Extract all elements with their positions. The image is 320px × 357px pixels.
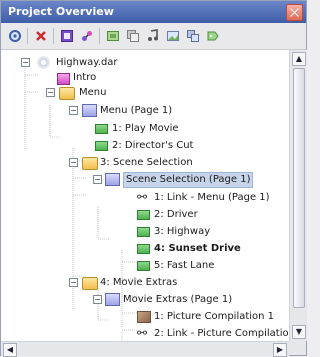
collapse-movie-extras-button[interactable]: − [69,278,78,287]
tree-item-fast-lane[interactable]: 5: Fast Lane [1,257,289,274]
picture-compilation-icon [137,311,151,323]
menu-page-icon [105,173,120,186]
menu-page-icon [105,293,120,306]
tree-item-label: 1: Picture Compilation 1 [154,311,275,322]
delete-icon[interactable] [33,28,49,44]
tag-icon[interactable] [205,28,221,44]
title-icon [137,244,150,254]
tree-item-label: 2: Director's Cut [112,140,194,151]
tree-item-directors-cut[interactable]: 2: Director's Cut [1,137,289,154]
tree-item-label: 3: Scene Selection [100,157,193,168]
add-menu-icon[interactable] [59,28,75,44]
tree-item-scene-selection[interactable]: − 3: Scene Selection [1,154,289,171]
tree-item-menu-folder[interactable]: − Menu [1,84,289,101]
tree-item-label: 4: Movie Extras [100,277,178,288]
tree-item-label: Movie Extras (Page 1) [123,294,233,305]
tree-item-scene-selection-page[interactable]: − Scene Selection (Page 1) [1,171,289,188]
tree-item-play-movie[interactable]: 1: Play Movie [1,120,289,137]
tree-item-label: 4: Sunset Drive [154,243,241,254]
title-bar: Project Overview [1,1,306,23]
collapse-menu-folder-button[interactable]: − [46,88,55,97]
tree-item-link-picture[interactable]: ⚯ 2: Link - Picture Compilation [1,325,289,341]
tree-item-label: 5: Fast Lane [154,260,215,271]
settings-icon[interactable] [105,28,121,44]
tree-item-driver[interactable]: 2: Driver [1,206,289,223]
horizontal-scrollbar[interactable]: ◀ ▶ [1,341,289,357]
menu-page-icon [82,104,97,117]
image-icon[interactable] [165,28,181,44]
disc-icon [37,56,50,69]
project-overview-panel: Project Overview − Highway.dar Intro − M… [0,0,307,357]
target-icon[interactable] [7,28,23,44]
tree-item-label: 1: Play Movie [112,123,179,134]
scroll-up-button[interactable]: ▲ [292,52,306,66]
panel-title: Project Overview [8,5,114,18]
add-link-icon[interactable] [79,28,95,44]
link-icon: ⚯ [137,190,148,204]
link-icon: ⚯ [137,326,148,340]
scrollbar-corner [289,341,306,355]
tree-item-label: Scene Selection (Page 1) [123,172,254,188]
toolbar-separator [99,28,100,44]
tree-item-picture-compilation[interactable]: 1: Picture Compilation 1 [1,308,289,325]
tree-item-label: 1: Link - Menu (Page 1) [154,192,270,203]
tree-item-label: Menu [79,87,107,98]
folder-icon [59,87,75,100]
vertical-scroll-thumb[interactable] [293,68,305,308]
stack-icon[interactable] [185,28,201,44]
copy-icon[interactable] [125,28,141,44]
toolbar-separator [27,28,28,44]
toolbar-separator [53,28,54,44]
tree-item-label: Menu (Page 1) [100,105,173,116]
tree-item-sunset-drive[interactable]: 4: Sunset Drive [1,240,289,257]
tree-item-movie-extras[interactable]: − 4: Movie Extras [1,274,289,291]
folder-icon [82,277,98,290]
folder-icon [82,157,98,170]
collapse-movie-extras-page-button[interactable]: − [93,295,102,304]
title-icon [95,141,108,151]
scroll-right-button[interactable]: ▶ [273,343,287,357]
scroll-left-button[interactable]: ◀ [3,343,17,357]
tree-item-link-menu[interactable]: ⚯ 1: Link - Menu (Page 1) [1,189,289,206]
tree-item-movie-extras-page[interactable]: − Movie Extras (Page 1) [1,291,289,308]
tree-item-label: 2: Driver [154,209,198,220]
collapse-scene-selection-button[interactable]: − [69,158,78,167]
title-icon [137,210,150,220]
collapse-root-button[interactable]: − [21,58,30,67]
tree-item-highway[interactable]: 3: Highway [1,223,289,240]
toolbar [1,23,306,50]
tree-item-label: 2: Link - Picture Compilation [154,328,289,339]
project-tree: − Highway.dar Intro − Menu − Menu (Page … [1,50,289,341]
close-icon[interactable] [286,4,303,21]
title-icon [137,227,150,237]
tree-item-menu-page[interactable]: − Menu (Page 1) [1,102,289,119]
audio-icon[interactable] [145,28,161,44]
collapse-scene-selection-page-button[interactable]: − [93,175,102,184]
tree-item-label: Intro [73,72,97,83]
title-icon [137,261,150,271]
title-icon [95,124,108,134]
tree-item-label: 3: Highway [154,226,211,237]
scroll-down-button[interactable]: ▼ [292,325,306,339]
vertical-scrollbar[interactable]: ▲ ▼ [289,50,307,341]
tree-item-label: Highway.dar [56,57,118,68]
collapse-menu-page-button[interactable]: − [69,106,78,115]
